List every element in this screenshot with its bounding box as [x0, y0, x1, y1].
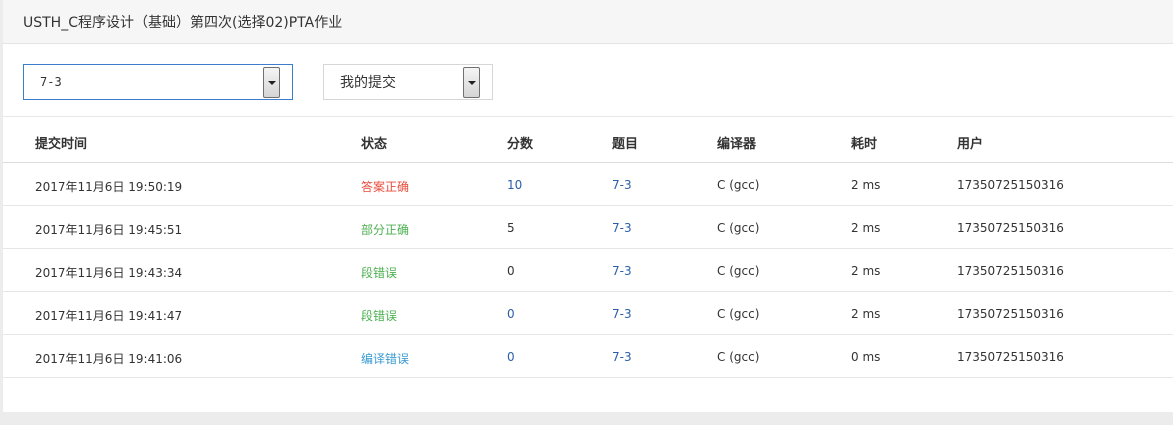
compiler-name: C (gcc) — [717, 221, 760, 235]
submission-status-link[interactable]: 编译错误 — [361, 350, 409, 367]
column-header-problem: 题目 — [612, 137, 639, 152]
scope-select-value: 我的提交 — [340, 75, 396, 91]
column-header-score: 分数 — [507, 137, 534, 152]
submission-time: 2017年11月6日 19:45:51 — [35, 223, 183, 237]
time-cost: 2 ms — [851, 307, 881, 321]
compiler-name: C (gcc) — [717, 350, 760, 364]
table-row[interactable]: 2017年11月6日 19:45:51 部分正确 5 7-3 C (gcc) 2… — [3, 206, 1173, 249]
scope-select-dropdown-button[interactable] — [463, 67, 480, 98]
submission-time: 2017年11月6日 19:43:34 — [35, 266, 183, 280]
user-id: 17350725150316 — [957, 178, 1064, 192]
submission-status-link[interactable]: 答案正确 — [361, 178, 409, 195]
user-id: 17350725150316 — [957, 350, 1064, 364]
time-cost: 2 ms — [851, 264, 881, 278]
column-header-status: 状态 — [361, 137, 388, 152]
time-cost: 0 ms — [851, 350, 881, 364]
column-header-time: 提交时间 — [35, 137, 88, 152]
chevron-down-icon — [267, 80, 276, 85]
table-row[interactable]: 2017年11月6日 19:41:47 段错误 0 7-3 C (gcc) 2 … — [3, 292, 1173, 335]
submission-time: 2017年11月6日 19:50:19 — [35, 180, 183, 194]
column-header-user: 用户 — [957, 137, 984, 152]
submission-scope-select[interactable]: 我的提交 — [323, 64, 493, 100]
compiler-name: C (gcc) — [717, 178, 760, 192]
submission-time: 2017年11月6日 19:41:06 — [35, 352, 183, 366]
submission-score[interactable]: 10 — [507, 178, 522, 192]
problem-link[interactable]: 7-3 — [612, 264, 632, 278]
user-id: 17350725150316 — [957, 264, 1064, 278]
page-title: USTH_C程序设计（基础）第四次(选择02)PTA作业 — [23, 15, 343, 31]
table-row[interactable]: 2017年11月6日 19:41:06 编译错误 0 7-3 C (gcc) 0… — [3, 335, 1173, 378]
problem-select-dropdown-button[interactable] — [263, 67, 280, 98]
submission-score[interactable]: 0 — [507, 307, 515, 321]
table-row[interactable]: 2017年11月6日 19:43:34 段错误 0 7-3 C (gcc) 2 … — [3, 249, 1173, 292]
column-header-compiler: 编译器 — [717, 137, 757, 152]
table-row[interactable]: 2017年11月6日 19:50:19 答案正确 10 7-3 C (gcc) … — [3, 163, 1173, 206]
problem-link[interactable]: 7-3 — [612, 350, 632, 364]
problem-link[interactable]: 7-3 — [612, 178, 632, 192]
column-header-cost: 耗时 — [851, 137, 878, 152]
compiler-name: C (gcc) — [717, 307, 760, 321]
submission-score: 5 — [507, 221, 515, 235]
compiler-name: C (gcc) — [717, 264, 760, 278]
submission-time: 2017年11月6日 19:41:47 — [35, 309, 183, 323]
user-id: 17350725150316 — [957, 307, 1064, 321]
problem-select[interactable]: 7-3 — [23, 64, 293, 100]
submission-status-link[interactable]: 段错误 — [361, 307, 397, 324]
user-id: 17350725150316 — [957, 221, 1064, 235]
problem-link[interactable]: 7-3 — [612, 221, 632, 235]
submission-status-link[interactable]: 段错误 — [361, 264, 397, 281]
problem-link[interactable]: 7-3 — [612, 307, 632, 321]
time-cost: 2 ms — [851, 178, 881, 192]
submission-score: 0 — [507, 264, 515, 278]
submission-score[interactable]: 0 — [507, 350, 515, 364]
time-cost: 2 ms — [851, 221, 881, 235]
chevron-down-icon — [467, 80, 476, 85]
submission-status-link[interactable]: 部分正确 — [361, 221, 409, 238]
problem-select-value: 7-3 — [40, 75, 62, 89]
table-header-row: 提交时间 状态 分数 题目 编译器 耗时 用户 — [3, 117, 1173, 163]
page-header: USTH_C程序设计（基础）第四次(选择02)PTA作业 — [3, 0, 1173, 44]
